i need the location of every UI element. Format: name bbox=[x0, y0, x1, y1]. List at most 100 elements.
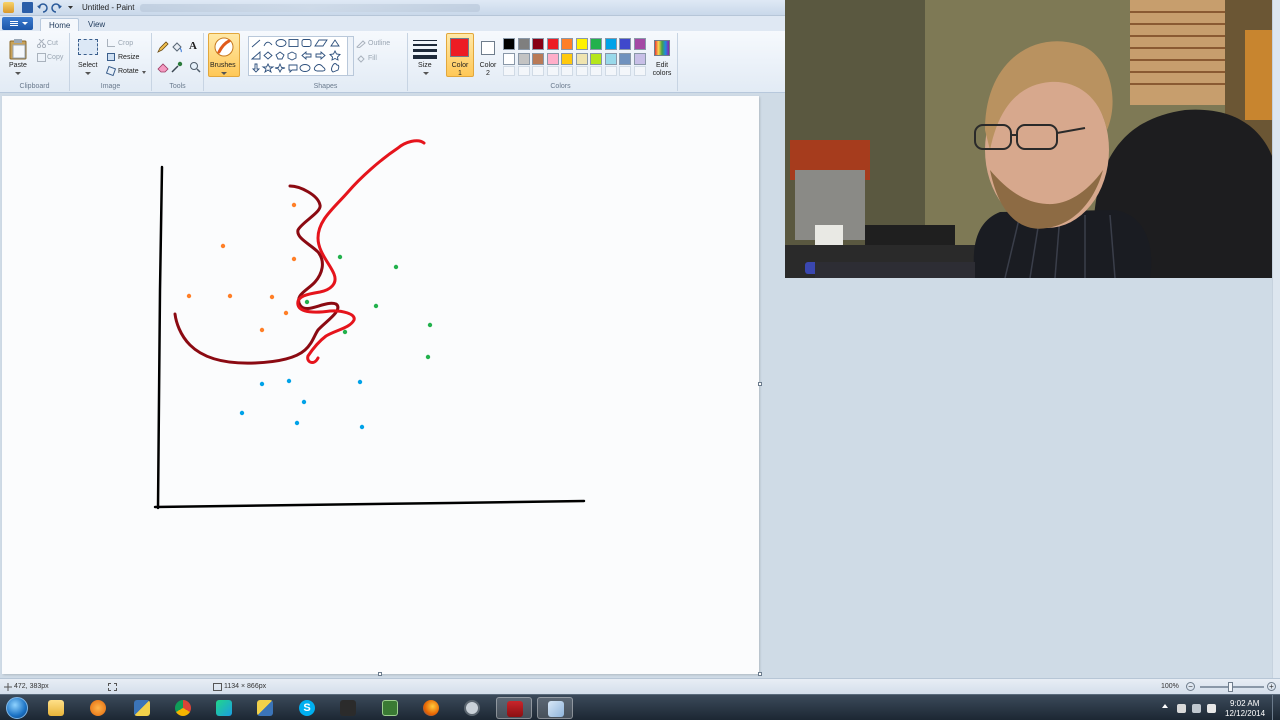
palette-swatch[interactable] bbox=[532, 52, 544, 65]
taskbar-filezilla[interactable] bbox=[496, 697, 532, 719]
eraser-icon[interactable] bbox=[157, 61, 169, 75]
custom-color-slot[interactable] bbox=[517, 66, 530, 76]
fill-button[interactable]: Fill bbox=[368, 55, 377, 62]
show-hidden-icons[interactable] bbox=[1162, 704, 1168, 708]
taskbar-paint[interactable] bbox=[537, 697, 573, 719]
brushes-dropdown-icon[interactable] bbox=[221, 72, 227, 75]
size-dropdown-icon[interactable] bbox=[423, 72, 429, 75]
color2-swatch[interactable] bbox=[481, 41, 495, 55]
zoom-slider-thumb[interactable] bbox=[1228, 682, 1233, 692]
zoom-out-icon[interactable]: − bbox=[1186, 682, 1195, 691]
palette-swatch[interactable] bbox=[604, 52, 617, 65]
palette-swatch[interactable] bbox=[633, 38, 646, 50]
brushes-button-label[interactable]: Brushes bbox=[210, 62, 236, 69]
paste-dropdown-icon[interactable] bbox=[15, 72, 21, 75]
edit-colors-icon[interactable] bbox=[654, 40, 670, 56]
flag-tray-icon[interactable] bbox=[1177, 704, 1186, 713]
volume-tray-icon[interactable] bbox=[1207, 704, 1216, 713]
canvas-resize-handle-corner[interactable] bbox=[758, 672, 762, 676]
custom-color-slot[interactable] bbox=[604, 66, 617, 76]
network-tray-icon[interactable] bbox=[1192, 704, 1201, 713]
select-button[interactable]: Select bbox=[78, 62, 97, 69]
palette-swatch[interactable] bbox=[619, 52, 631, 65]
size-button-label[interactable]: Size bbox=[418, 62, 432, 69]
pencil-icon[interactable] bbox=[157, 41, 169, 55]
undo-icon[interactable] bbox=[37, 2, 48, 13]
paint-app-icon[interactable] bbox=[3, 2, 14, 13]
outline-button[interactable]: Outline bbox=[368, 40, 390, 47]
taskbar-pycharm[interactable] bbox=[206, 697, 242, 719]
edit-colors-label[interactable]: Edit colors bbox=[650, 62, 674, 78]
cut-button[interactable]: Cut bbox=[47, 40, 58, 47]
tab-view[interactable]: View bbox=[80, 18, 113, 31]
palette-swatch[interactable] bbox=[633, 52, 646, 65]
taskbar-skype[interactable]: S bbox=[289, 697, 325, 719]
size-icon[interactable] bbox=[413, 40, 437, 59]
taskbar-terminal[interactable] bbox=[372, 697, 408, 719]
quick-access-dropdown-icon[interactable] bbox=[65, 2, 76, 13]
palette-swatch[interactable] bbox=[517, 38, 530, 50]
size-group[interactable]: Size bbox=[408, 33, 444, 91]
palette-swatch[interactable] bbox=[575, 52, 588, 65]
magnifier-icon[interactable] bbox=[189, 61, 201, 75]
palette-swatch[interactable] bbox=[575, 38, 588, 50]
tab-home[interactable]: Home bbox=[40, 18, 80, 31]
crop-button[interactable]: Crop bbox=[118, 40, 133, 47]
palette-swatch[interactable] bbox=[503, 52, 515, 65]
palette-swatch[interactable] bbox=[546, 52, 559, 65]
palette-swatch[interactable] bbox=[561, 38, 573, 50]
palette-swatch[interactable] bbox=[619, 38, 631, 50]
redo-icon[interactable] bbox=[51, 2, 62, 13]
color2-label[interactable]: Color 2 bbox=[478, 62, 498, 78]
start-button[interactable] bbox=[2, 696, 32, 720]
custom-color-slot[interactable] bbox=[575, 66, 588, 76]
paste-icon[interactable] bbox=[9, 38, 27, 60]
custom-color-slot[interactable] bbox=[619, 66, 631, 76]
drawing-canvas[interactable] bbox=[2, 96, 759, 674]
palette-swatch[interactable] bbox=[561, 52, 573, 65]
vertical-scrollbar[interactable] bbox=[1272, 0, 1280, 678]
resize-button[interactable]: Resize bbox=[118, 54, 139, 61]
save-icon[interactable] bbox=[22, 2, 33, 13]
clock-time[interactable]: 9:02 AM bbox=[1230, 699, 1259, 708]
palette-swatch[interactable] bbox=[590, 38, 602, 50]
paste-button[interactable]: Paste bbox=[9, 62, 27, 69]
palette-swatch[interactable] bbox=[517, 52, 530, 65]
palette-swatch[interactable] bbox=[604, 38, 617, 50]
canvas-resize-handle-right[interactable] bbox=[758, 382, 762, 386]
taskbar-python-file[interactable] bbox=[124, 697, 160, 719]
custom-color-slot[interactable] bbox=[532, 66, 544, 76]
palette-swatch[interactable] bbox=[503, 38, 515, 50]
fill-bucket-icon[interactable] bbox=[171, 41, 183, 55]
taskbar-explorer[interactable] bbox=[38, 697, 74, 719]
canvas-resize-handle-bottom[interactable] bbox=[378, 672, 382, 676]
palette-swatch[interactable] bbox=[546, 38, 559, 50]
select-dropdown-icon[interactable] bbox=[85, 72, 91, 75]
taskbar-sublime[interactable] bbox=[330, 697, 366, 719]
custom-color-slot[interactable] bbox=[633, 66, 646, 76]
clock-date[interactable]: 12/12/2014 bbox=[1225, 709, 1265, 718]
taskbar-media-player[interactable] bbox=[80, 697, 116, 719]
rotate-button[interactable]: Rotate bbox=[118, 68, 139, 75]
paint-menu-button[interactable] bbox=[2, 17, 33, 30]
custom-color-slot[interactable] bbox=[561, 66, 573, 76]
taskbar-chrome[interactable] bbox=[165, 697, 201, 719]
copy-button[interactable]: Copy bbox=[47, 54, 63, 61]
custom-color-slot[interactable] bbox=[590, 66, 602, 76]
rotate-dropdown-icon[interactable] bbox=[142, 71, 146, 74]
text-tool-icon[interactable]: A bbox=[189, 40, 197, 52]
palette-swatch[interactable] bbox=[532, 38, 544, 50]
taskbar-steam[interactable] bbox=[454, 697, 490, 719]
shapes-scroll-icon[interactable] bbox=[348, 36, 354, 76]
taskbar-python-idle[interactable] bbox=[247, 697, 283, 719]
shapes-gallery[interactable] bbox=[248, 36, 348, 76]
palette-swatch[interactable] bbox=[590, 52, 602, 65]
show-desktop-button[interactable] bbox=[1272, 695, 1280, 720]
custom-color-slot[interactable] bbox=[503, 66, 515, 76]
custom-color-slot[interactable] bbox=[546, 66, 559, 76]
select-icon[interactable] bbox=[78, 39, 98, 55]
color-picker-icon[interactable] bbox=[171, 61, 183, 75]
taskbar-firefox[interactable] bbox=[413, 697, 449, 719]
zoom-in-icon[interactable]: + bbox=[1267, 682, 1276, 691]
brushes-group[interactable]: Brushes bbox=[204, 33, 244, 91]
